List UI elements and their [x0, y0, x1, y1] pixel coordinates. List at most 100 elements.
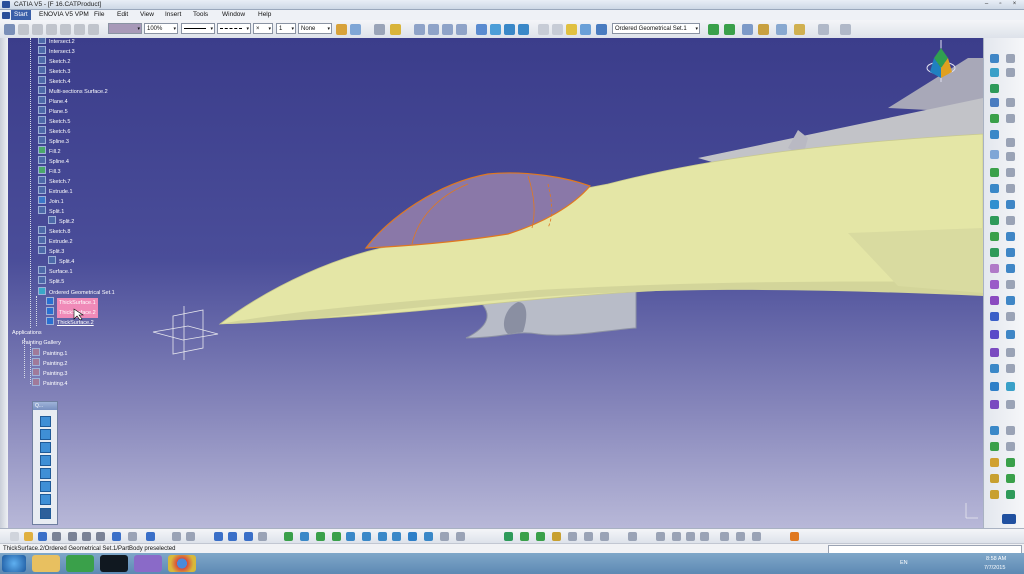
- redo-tool-icon[interactable]: [128, 532, 137, 541]
- tree-node[interactable]: Fill.3: [38, 166, 61, 176]
- tree-node-painting-gallery[interactable]: Painting Gallery: [22, 338, 61, 348]
- paste-tool-icon[interactable]: [96, 532, 105, 541]
- rotate-icon[interactable]: [428, 24, 439, 35]
- rotate-view-icon[interactable]: [332, 532, 341, 541]
- slot-icon[interactable]: [990, 330, 999, 339]
- tree-node[interactable]: Sketch.8: [38, 226, 70, 236]
- snap-icon[interactable]: [742, 24, 753, 35]
- hide-show-tool-icon[interactable]: [424, 532, 433, 541]
- fix-icon[interactable]: [672, 532, 681, 541]
- cube-icon[interactable]: [40, 416, 51, 427]
- trim-icon[interactable]: [1006, 184, 1015, 193]
- plane-tool-icon[interactable]: [990, 68, 999, 77]
- thickness-icon[interactable]: [1006, 382, 1015, 391]
- simulation-icon[interactable]: [600, 532, 609, 541]
- projection-icon[interactable]: [1006, 68, 1015, 77]
- pan-icon[interactable]: [414, 24, 425, 35]
- tree-node[interactable]: Multi-sections Surface.2: [38, 86, 108, 96]
- tree-node[interactable]: Split.5: [38, 276, 64, 286]
- menu-window[interactable]: Window: [222, 10, 245, 20]
- menu-enovia[interactable]: ENOVIA V5 VPM: [39, 10, 89, 20]
- tree-node[interactable]: Spline.3: [38, 136, 69, 146]
- clash-tool-icon[interactable]: [552, 532, 561, 541]
- cut-tool-icon[interactable]: [68, 532, 77, 541]
- color-combo[interactable]: ▾: [108, 23, 142, 34]
- menu-start[interactable]: Start: [11, 10, 31, 20]
- parallel-view-icon[interactable]: [580, 24, 591, 35]
- draft-analysis-icon[interactable]: [1006, 442, 1015, 451]
- revolve-icon[interactable]: [1006, 114, 1015, 123]
- tree-node[interactable]: Surface.1: [38, 266, 73, 276]
- menu-tools[interactable]: Tools: [193, 10, 208, 20]
- extrude-tool-icon[interactable]: [990, 114, 999, 123]
- parallel-icon[interactable]: [456, 532, 465, 541]
- app-icon[interactable]: [66, 555, 94, 572]
- light-icon[interactable]: [566, 24, 577, 35]
- shading-icon[interactable]: [518, 24, 529, 35]
- delete-icon[interactable]: [60, 24, 71, 35]
- axis-to-axis-icon[interactable]: [1006, 264, 1015, 273]
- manipulate-tool-icon[interactable]: [504, 532, 513, 541]
- fly-mode-icon[interactable]: [350, 24, 361, 35]
- tree-node[interactable]: Spline.4: [38, 156, 69, 166]
- knowledge-icon[interactable]: [990, 474, 999, 483]
- catalog-icon[interactable]: [228, 532, 237, 541]
- language-indicator[interactable]: EN: [900, 560, 908, 566]
- measure-tool-icon[interactable]: [990, 426, 999, 435]
- tree-node[interactable]: Extrude.2: [38, 236, 73, 246]
- whats-this-icon[interactable]: [146, 532, 155, 541]
- cube-icon[interactable]: [40, 455, 51, 466]
- sectioning-icon[interactable]: [840, 24, 851, 35]
- stop-manipulate-icon[interactable]: [794, 24, 805, 35]
- undo-icon[interactable]: [4, 24, 15, 35]
- clock-time[interactable]: 8:58 AM: [986, 556, 1006, 562]
- groove-icon[interactable]: [1006, 296, 1015, 305]
- sketch-tool-icon[interactable]: [1006, 458, 1015, 467]
- tree-node[interactable]: Sketch.4: [38, 76, 70, 86]
- floating-toolbar[interactable]: Q...: [32, 401, 58, 525]
- media-player-icon[interactable]: [100, 555, 128, 572]
- iso-view-icon[interactable]: [504, 24, 515, 35]
- zoom-out-tool-icon[interactable]: [362, 532, 371, 541]
- cube-icon[interactable]: [40, 429, 51, 440]
- law-icon[interactable]: [1006, 490, 1015, 499]
- tree-node[interactable]: Painting.3: [32, 368, 67, 378]
- tree-node[interactable]: Intersect.2: [38, 38, 75, 46]
- affinity-icon[interactable]: [990, 264, 999, 273]
- painter-icon[interactable]: [336, 24, 347, 35]
- chrome-icon[interactable]: [168, 555, 196, 572]
- chamfer-icon[interactable]: [1006, 216, 1015, 225]
- line-thickness-combo[interactable]: ▾: [181, 23, 215, 34]
- system-tray-icons[interactable]: [920, 559, 970, 567]
- helix-icon[interactable]: [1006, 98, 1015, 107]
- clash-icon[interactable]: [818, 24, 829, 35]
- tree-node[interactable]: Plane.4: [38, 96, 68, 106]
- properties-icon[interactable]: [88, 24, 99, 35]
- explode-tool-icon[interactable]: [536, 532, 545, 541]
- rotate-tool-icon[interactable]: [1006, 232, 1015, 241]
- extract-icon[interactable]: [990, 200, 999, 209]
- menu-help[interactable]: Help: [258, 10, 271, 20]
- update-all-icon[interactable]: [752, 532, 761, 541]
- update-icon[interactable]: [258, 532, 267, 541]
- copy-object-icon[interactable]: [244, 532, 253, 541]
- tree-node[interactable]: Plane.5: [38, 106, 68, 116]
- tree-node-thicksurface2-underlined[interactable]: ThickSurface.2: [46, 317, 94, 327]
- copy-tool-icon[interactable]: [82, 532, 91, 541]
- shell-icon[interactable]: [990, 382, 999, 391]
- split-tool-icon[interactable]: [990, 184, 999, 193]
- hide-show-icon[interactable]: [538, 24, 549, 35]
- measure-icon[interactable]: [390, 24, 401, 35]
- pad-icon[interactable]: [990, 280, 999, 289]
- scaling-icon[interactable]: [1006, 248, 1015, 257]
- zoom-in-tool-icon[interactable]: [346, 532, 355, 541]
- tree-node-applications[interactable]: Applications: [12, 328, 42, 338]
- boundary-icon[interactable]: [1006, 200, 1015, 209]
- menu-edit[interactable]: Edit: [117, 10, 128, 20]
- stiffener-icon[interactable]: [1006, 330, 1015, 339]
- point-type-combo[interactable]: × ▾: [253, 23, 273, 34]
- view-mode-icon[interactable]: [40, 508, 51, 519]
- quick-view-icon[interactable]: [392, 532, 401, 541]
- formula-icon[interactable]: [1006, 474, 1015, 483]
- tree-node-ordered-set[interactable]: Ordered Geometrical Set.1: [38, 287, 115, 297]
